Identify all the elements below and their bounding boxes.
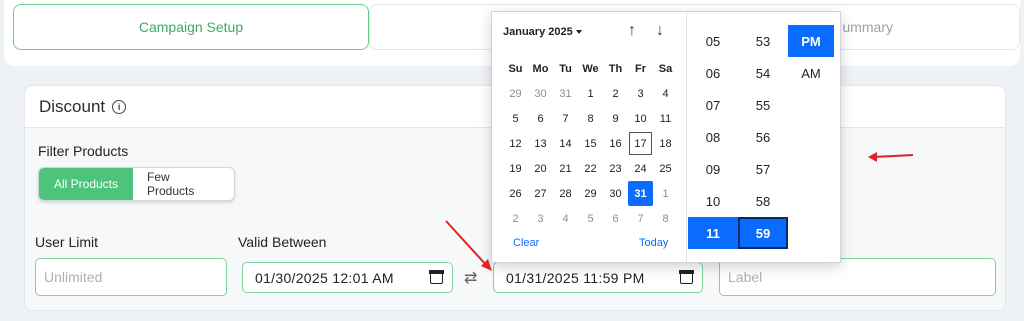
calendar-day[interactable]: 9 xyxy=(603,106,628,131)
calendar-day[interactable]: 18 xyxy=(653,131,678,156)
caret-down-icon xyxy=(575,30,582,35)
hour-option[interactable]: 11 xyxy=(688,217,738,249)
calendar-day[interactable]: 4 xyxy=(653,81,678,106)
calendar-day[interactable]: 3 xyxy=(528,206,553,231)
calendar-day[interactable]: 14 xyxy=(553,131,578,156)
ampm-column: PM AM xyxy=(788,25,834,89)
calendar-day[interactable]: 8 xyxy=(653,206,678,231)
few-products-button[interactable]: Few Products xyxy=(133,168,234,200)
hour-option[interactable]: 09 xyxy=(688,153,738,185)
calendar-day[interactable]: 26 xyxy=(503,181,528,206)
hour-option[interactable]: 08 xyxy=(688,121,738,153)
minute-option[interactable]: 55 xyxy=(738,89,788,121)
calendar-day[interactable]: 16 xyxy=(603,131,628,156)
minutes-column: 53 54 55 56 57 58 59 xyxy=(738,25,788,249)
calendar-day[interactable]: 7 xyxy=(553,106,578,131)
minute-option[interactable]: 53 xyxy=(738,25,788,57)
calendar-icon[interactable] xyxy=(679,270,694,284)
label-placeholder: Label xyxy=(728,269,763,285)
ampm-option[interactable]: AM xyxy=(788,57,834,89)
calendar-day[interactable]: 24 xyxy=(628,156,653,181)
minute-option[interactable]: 58 xyxy=(738,185,788,217)
calendar-day[interactable]: 2 xyxy=(603,81,628,106)
calendar-day[interactable]: 17 xyxy=(628,131,653,156)
calendar-day[interactable]: 3 xyxy=(628,81,653,106)
calendar-day[interactable]: 29 xyxy=(578,181,603,206)
discount-title: Discount xyxy=(39,96,106,116)
annotation-arrow-red xyxy=(445,220,492,271)
calendar-day[interactable]: 21 xyxy=(553,156,578,181)
start-datetime-value: 01/30/2025 12:01 AM xyxy=(255,269,394,286)
weekday-header: Mo xyxy=(532,62,549,75)
calendar-day[interactable]: 11 xyxy=(653,106,678,131)
calendar-day[interactable]: 10 xyxy=(628,106,653,131)
filter-products-toggle: All Products Few Products xyxy=(38,167,235,201)
step-campaign-setup[interactable]: Campaign Setup xyxy=(13,4,369,50)
calendar-day[interactable]: 4 xyxy=(553,206,578,231)
arrow-up-icon[interactable]: ↑ xyxy=(628,22,636,40)
annotation-arrow-red xyxy=(868,152,914,162)
month-label: January 2025 xyxy=(503,26,573,38)
month-selector[interactable]: January 2025 xyxy=(503,26,582,38)
calendar-day[interactable]: 1 xyxy=(653,181,678,206)
label-input[interactable]: Label xyxy=(719,258,996,296)
calendar-day[interactable]: 7 xyxy=(628,206,653,231)
calendar-day[interactable]: 22 xyxy=(578,156,603,181)
datetime-picker: January 2025 ↑ ↓ Su Mo Tu We Th Fr Sa 29 30 31 1 2 3… xyxy=(491,11,841,263)
calendar-day[interactable]: 20 xyxy=(528,156,553,181)
calendar-day[interactable]: 1 xyxy=(578,81,603,106)
filter-products-label: Filter Products xyxy=(38,143,129,159)
hour-option[interactable]: 07 xyxy=(688,89,738,121)
hour-option[interactable]: 05 xyxy=(688,25,738,57)
today-button[interactable]: Today xyxy=(639,237,668,249)
calendar-panel: January 2025 ↑ ↓ Su Mo Tu We Th Fr Sa 29 30 31 1 2 3… xyxy=(492,12,687,262)
user-limit-placeholder: Unlimited xyxy=(44,269,103,285)
weekday-header: Sa xyxy=(658,62,673,75)
calendar-day[interactable]: 6 xyxy=(603,206,628,231)
calendar-day[interactable]: 25 xyxy=(653,156,678,181)
time-panel: 05 06 07 08 09 10 11 53 54 55 56 57 58 59 PM AM xyxy=(687,12,840,262)
minute-option[interactable]: 54 xyxy=(738,57,788,89)
calendar-day[interactable]: 12 xyxy=(503,131,528,156)
calendar-day[interactable]: 5 xyxy=(578,206,603,231)
calendar-day[interactable]: 2 xyxy=(503,206,528,231)
weekday-header: Th xyxy=(608,62,623,75)
calendar-day[interactable]: 23 xyxy=(603,156,628,181)
calendar-day[interactable]: 15 xyxy=(578,131,603,156)
end-datetime-input[interactable]: 01/31/2025 11:59 PM xyxy=(493,262,703,293)
user-limit-label: User Limit xyxy=(35,234,99,250)
minute-option[interactable]: 57 xyxy=(738,153,788,185)
hour-option[interactable]: 10 xyxy=(688,185,738,217)
user-limit-input[interactable]: Unlimited xyxy=(35,258,227,296)
weekday-header: We xyxy=(582,62,599,75)
calendar-day[interactable]: 30 xyxy=(603,181,628,206)
minute-option[interactable]: 59 xyxy=(738,217,788,249)
calendar-day[interactable]: 13 xyxy=(528,131,553,156)
calendar-day[interactable]: 8 xyxy=(578,106,603,131)
hours-column: 05 06 07 08 09 10 11 xyxy=(688,25,738,249)
ampm-option[interactable]: PM xyxy=(788,25,834,57)
clear-button[interactable]: Clear xyxy=(513,237,539,249)
valid-between-label: Valid Between xyxy=(238,234,327,250)
hour-option[interactable]: 06 xyxy=(688,57,738,89)
calendar-day[interactable]: 28 xyxy=(553,181,578,206)
calendar-day[interactable]: 31 xyxy=(553,81,578,106)
calendar-day[interactable]: 30 xyxy=(528,81,553,106)
all-products-button[interactable]: All Products xyxy=(39,168,133,200)
calendar-grid: Su Mo Tu We Th Fr Sa 29 30 31 1 2 3 4 5 6 7 8 9 10 11 12 13 14 1… xyxy=(503,56,678,231)
minute-option[interactable]: 56 xyxy=(738,121,788,153)
calendar-day[interactable]: 29 xyxy=(503,81,528,106)
weekday-header: Fr xyxy=(635,62,646,75)
arrow-down-icon[interactable]: ↓ xyxy=(656,22,664,40)
weekday-header: Su xyxy=(508,62,523,75)
info-icon[interactable]: i xyxy=(112,99,127,114)
start-datetime-input[interactable]: 01/30/2025 12:01 AM xyxy=(242,262,453,293)
calendar-day[interactable]: 5 xyxy=(503,106,528,131)
calendar-day[interactable]: 6 xyxy=(528,106,553,131)
weekday-header: Tu xyxy=(559,62,572,75)
end-datetime-value: 01/31/2025 11:59 PM xyxy=(506,269,645,286)
calendar-day[interactable]: 31 xyxy=(628,181,653,206)
calendar-day[interactable]: 19 xyxy=(503,156,528,181)
calendar-day[interactable]: 27 xyxy=(528,181,553,206)
